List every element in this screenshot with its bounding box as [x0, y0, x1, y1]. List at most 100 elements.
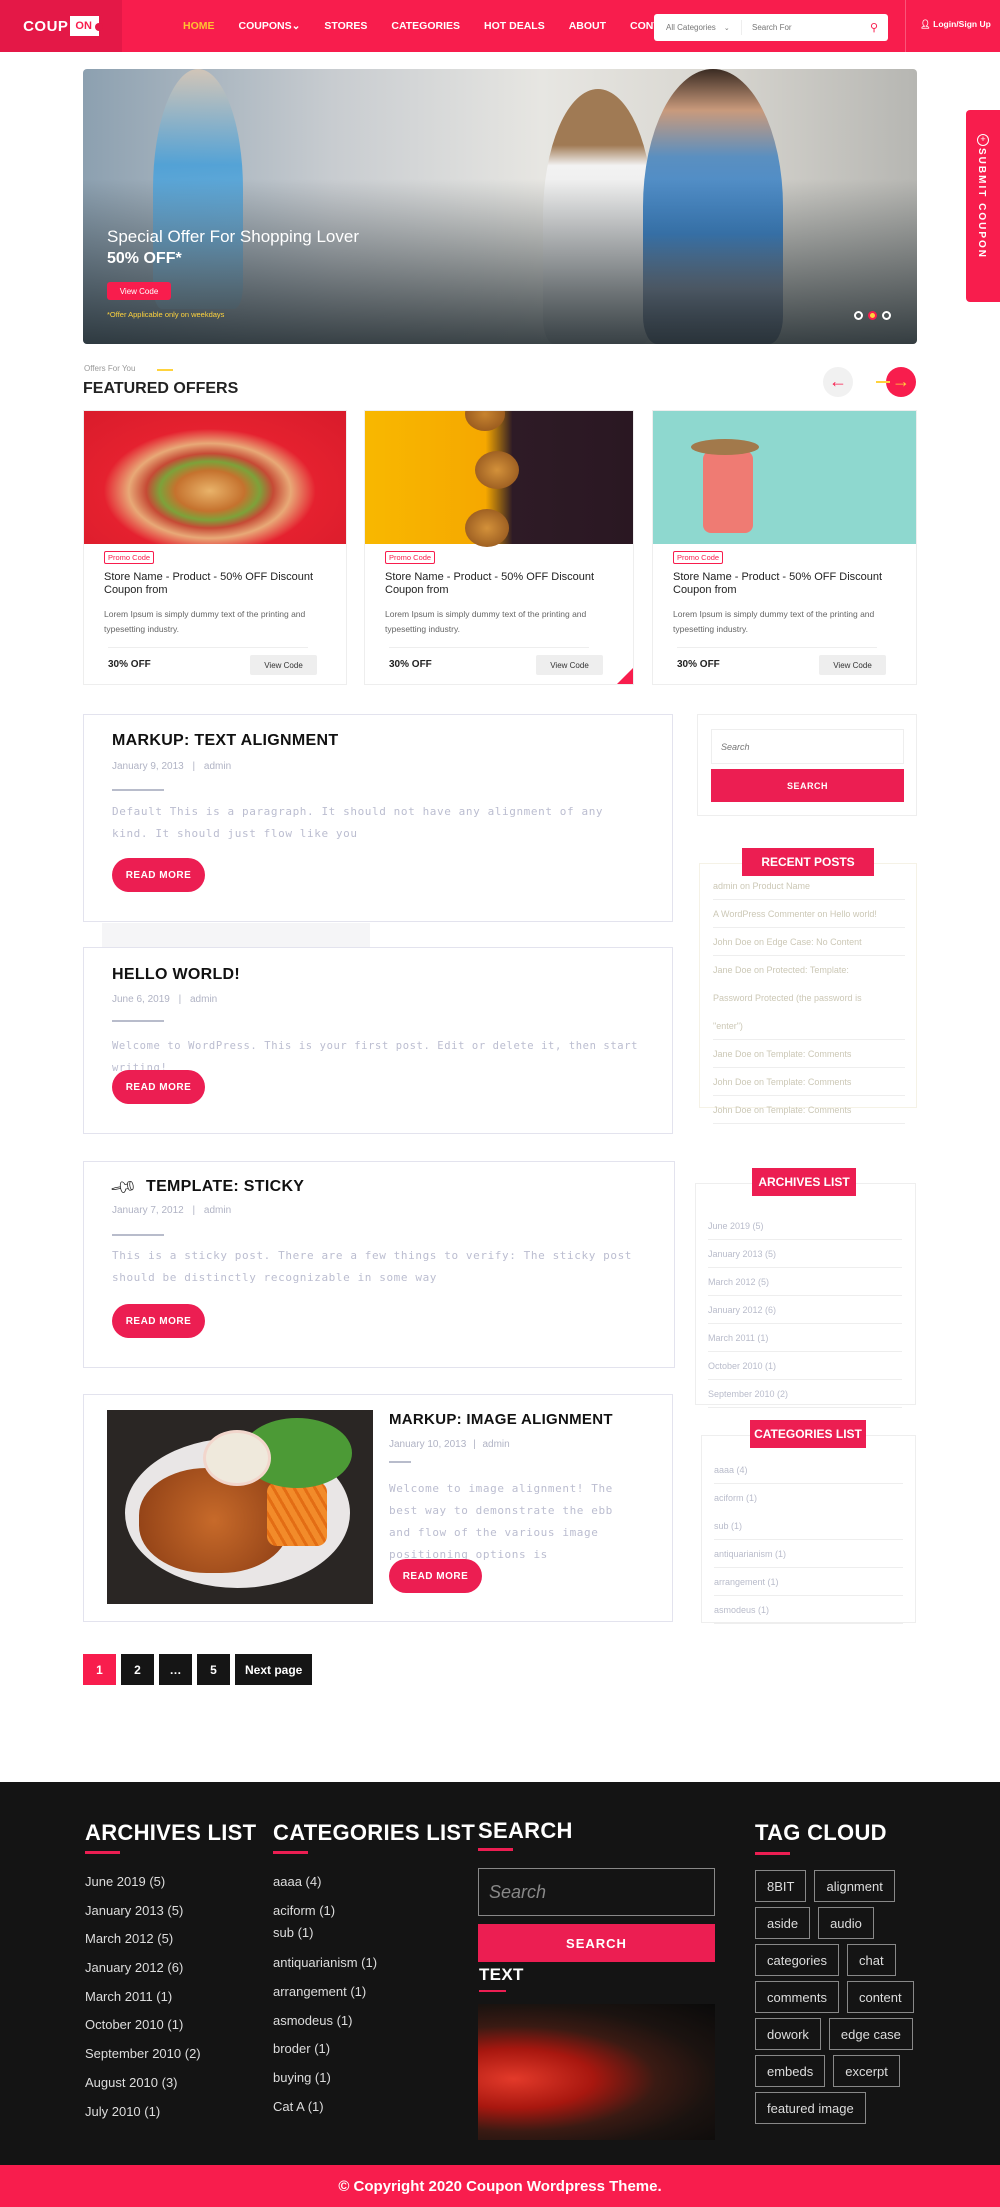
archive-item[interactable]: January 2012 (6) [708, 1296, 902, 1324]
view-code-button[interactable]: View Code [250, 655, 317, 675]
card-title[interactable]: Store Name - Product - 50% OFF Discount … [385, 571, 615, 597]
category-item-sub[interactable]: sub (1) [714, 1512, 903, 1540]
footer-archive-item[interactable]: March 2011 (1) [85, 1983, 201, 2012]
archive-item[interactable]: June 2019 (5) [708, 1212, 902, 1240]
read-more-button[interactable]: READ MORE [112, 858, 205, 892]
read-more-button[interactable]: READ MORE [389, 1559, 482, 1593]
slider-dot[interactable] [854, 311, 863, 320]
next-page-button[interactable]: Next page [235, 1654, 313, 1685]
tag[interactable]: comments [755, 1981, 839, 2013]
archive-item[interactable]: October 2010 (1) [708, 1352, 902, 1380]
card-title[interactable]: Store Name - Product - 50% OFF Discount … [673, 571, 903, 597]
footer-archive-item[interactable]: August 2010 (3) [85, 2069, 201, 2098]
footer-category-item[interactable]: buying (1) [273, 2064, 377, 2093]
footer-archive-item[interactable]: June 2019 (5) [85, 1868, 201, 1897]
post-author[interactable]: admin [482, 1439, 509, 1450]
post-title[interactable]: HELLO WORLD! [112, 966, 240, 984]
slider-dot[interactable] [882, 311, 891, 320]
nav-coupons[interactable]: COUPONS⌄ [239, 20, 301, 32]
tag[interactable]: alignment [814, 1870, 895, 1902]
hero-view-code-button[interactable]: View Code [107, 282, 171, 300]
footer-search-button[interactable]: SEARCH [478, 1924, 715, 1962]
page-1[interactable]: 1 [83, 1654, 116, 1685]
tag[interactable]: embeds [755, 2055, 826, 2087]
footer-archive-item[interactable]: January 2012 (6) [85, 1954, 201, 1983]
post-date[interactable]: January 10, 2013 [389, 1439, 466, 1450]
search-icon[interactable]: ⚲ [870, 21, 878, 34]
nav-stores[interactable]: STORES [324, 20, 367, 32]
footer-archive-item[interactable]: September 2010 (2) [85, 2040, 201, 2069]
page-5[interactable]: 5 [197, 1654, 230, 1685]
category-item[interactable]: asmodeus (1) [714, 1596, 903, 1624]
footer-category-item[interactable]: Cat A (1) [273, 2093, 377, 2122]
tag[interactable]: chat [846, 1944, 896, 1976]
archive-item[interactable]: March 2012 (5) [708, 1268, 902, 1296]
footer-archive-item[interactable]: March 2012 (5) [85, 1925, 201, 1954]
view-code-button[interactable]: View Code [819, 655, 886, 675]
footer-category-item[interactable]: asmodeus (1) [273, 2007, 377, 2036]
nav-hot-deals[interactable]: HOT DEALS [484, 20, 545, 32]
footer-archive-item[interactable]: January 2013 (5) [85, 1897, 201, 1926]
tag[interactable]: categories [755, 1944, 839, 1976]
recent-post-item[interactable]: admin on Product Name [713, 872, 905, 900]
post-date[interactable]: June 6, 2019 [112, 994, 170, 1005]
post-title[interactable]: MARKUP: TEXT ALIGNMENT [112, 732, 338, 750]
category-item[interactable]: aaaa (4) [714, 1456, 903, 1484]
archive-item[interactable]: September 2010 (2) [708, 1380, 902, 1408]
footer-category-item-sub[interactable]: sub (1) [273, 1925, 377, 1949]
card-title[interactable]: Store Name - Product - 50% OFF Discount … [104, 571, 334, 597]
tag[interactable]: 8BIT [755, 1870, 807, 1902]
recent-post-item-cont[interactable]: Password Protected (the password is [713, 984, 905, 1012]
tag[interactable]: excerpt [833, 2055, 900, 2087]
recent-post-item-cont[interactable]: "enter") [713, 1012, 905, 1040]
archive-item[interactable]: January 2013 (5) [708, 1240, 902, 1268]
submit-coupon-tab[interactable]: + SUBMIT COUPON [966, 110, 1000, 302]
recent-post-item[interactable]: Jane Doe on Protected: Template: [713, 956, 905, 984]
category-item[interactable]: antiquarianism (1) [714, 1540, 903, 1568]
read-more-button[interactable]: READ MORE [112, 1304, 205, 1338]
category-item[interactable]: arrangement (1) [714, 1568, 903, 1596]
footer-category-item[interactable]: arrangement (1) [273, 1978, 377, 2007]
tag[interactable]: audio [818, 1907, 874, 1939]
carousel-prev-button[interactable]: ← [823, 367, 853, 397]
carousel-next-button[interactable]: → [876, 367, 916, 397]
category-item[interactable]: aciform (1) [714, 1484, 903, 1512]
view-code-button[interactable]: View Code [536, 655, 603, 675]
recent-post-item[interactable]: Jane Doe on Template: Comments [713, 1040, 905, 1068]
post-date[interactable]: January 9, 2013 [112, 761, 184, 772]
nav-categories[interactable]: CATEGORIES [391, 20, 460, 32]
recent-post-item[interactable]: John Doe on Template: Comments [713, 1096, 905, 1124]
recent-post-item[interactable]: A WordPress Commenter on Hello world! [713, 900, 905, 928]
post-author[interactable]: admin [204, 1205, 231, 1216]
tag[interactable]: dowork [755, 2018, 821, 2050]
tag[interactable]: featured image [755, 2092, 866, 2124]
nav-about[interactable]: ABOUT [569, 20, 606, 32]
post-title[interactable]: TEMPLATE: STICKY [146, 1178, 304, 1196]
sidebar-search-button[interactable]: SEARCH [711, 769, 904, 802]
tag[interactable]: content [846, 1981, 914, 2013]
recent-post-item[interactable]: John Doe on Template: Comments [713, 1068, 905, 1096]
login-link[interactable]: 👤︎ Login/Sign Up [920, 19, 991, 30]
post-title[interactable]: MARKUP: IMAGE ALIGNMENT [389, 1411, 613, 1428]
footer-search-input[interactable]: Search [478, 1868, 715, 1916]
tag[interactable]: edge case [828, 2018, 913, 2050]
footer-category-item[interactable]: broder (1) [273, 2035, 377, 2064]
header-search-input[interactable] [752, 23, 862, 32]
recent-post-item[interactable]: John Doe on Edge Case: No Content [713, 928, 905, 956]
logo[interactable]: COUP ON [0, 0, 122, 52]
tag[interactable]: aside [755, 1907, 811, 1939]
post-author[interactable]: admin [190, 994, 217, 1005]
footer-archive-item[interactable]: October 2010 (1) [85, 2011, 201, 2040]
footer-category-item[interactable]: aciform (1) [273, 1897, 377, 1926]
read-more-button[interactable]: READ MORE [112, 1070, 205, 1104]
footer-archive-item[interactable]: July 2010 (1) [85, 2098, 201, 2127]
archive-item[interactable]: March 2011 (1) [708, 1324, 902, 1352]
slider-dot-active[interactable] [868, 311, 877, 320]
nav-home[interactable]: HOME [183, 20, 215, 32]
post-date[interactable]: January 7, 2012 [112, 1205, 184, 1216]
post-author[interactable]: admin [204, 761, 231, 772]
page-2[interactable]: 2 [121, 1654, 154, 1685]
footer-category-item[interactable]: antiquarianism (1) [273, 1949, 377, 1978]
sidebar-search-input[interactable] [711, 729, 904, 764]
category-select[interactable]: All Categories ⌄ [654, 20, 742, 35]
